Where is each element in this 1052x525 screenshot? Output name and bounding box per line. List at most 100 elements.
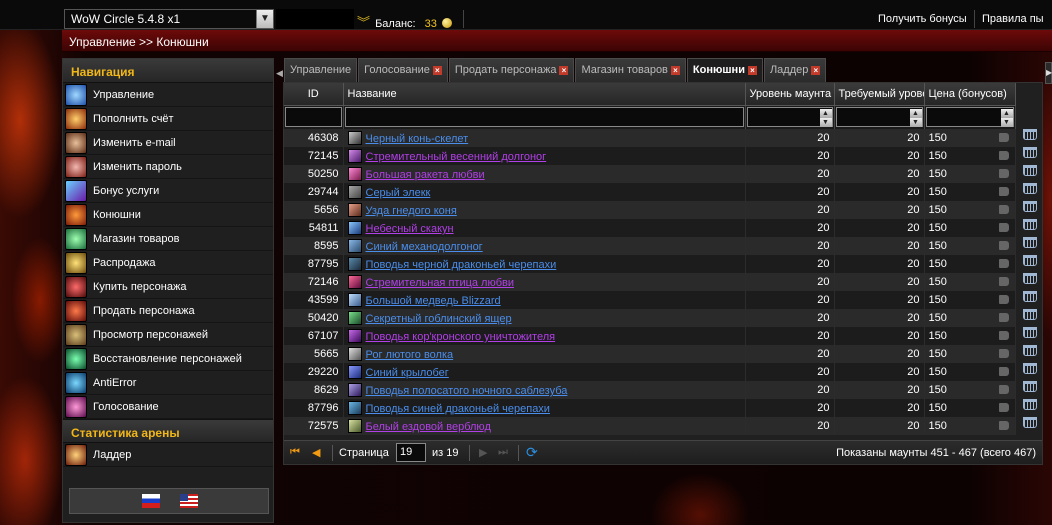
- gift-icon[interactable]: [998, 313, 1009, 322]
- table-row[interactable]: 29220 Синий крылобег 20 20 150: [284, 363, 1037, 381]
- table-row[interactable]: 29744 Серый элекк 20 20 150: [284, 183, 1037, 201]
- us-flag-icon[interactable]: [180, 494, 198, 508]
- sidebar-item[interactable]: Распродажа: [63, 251, 273, 275]
- table-row[interactable]: 5656 Узда гнедого коня 20 20 150: [284, 201, 1037, 219]
- basket-icon[interactable]: [1023, 363, 1037, 374]
- close-icon[interactable]: ×: [747, 66, 757, 75]
- column-header-mount-level[interactable]: Уровень маунта: [745, 83, 835, 106]
- mount-link[interactable]: Большой медведь Blizzard: [366, 295, 501, 307]
- spin-up-icon[interactable]: ▲: [909, 108, 922, 118]
- sidebar-item[interactable]: Изменить пароль: [63, 155, 273, 179]
- basket-icon[interactable]: [1023, 399, 1037, 410]
- table-row[interactable]: 43599 Большой медведь Blizzard 20 20 150: [284, 291, 1037, 309]
- basket-icon[interactable]: [1023, 147, 1037, 158]
- mount-link[interactable]: Стремительная птица любви: [366, 277, 515, 289]
- id-filter-input[interactable]: [285, 107, 342, 128]
- mount-link[interactable]: Секретный гоблинский ящер: [366, 313, 512, 325]
- gift-icon[interactable]: [998, 151, 1009, 160]
- rules-link[interactable]: Правила пы: [982, 13, 1044, 25]
- spin-up-icon[interactable]: ▲: [1000, 108, 1013, 118]
- column-header-id[interactable]: ID: [284, 83, 344, 106]
- column-header-price[interactable]: Цена (бонусов): [924, 83, 1016, 106]
- mount-link[interactable]: Узда гнедого коня: [366, 205, 457, 217]
- gift-icon[interactable]: [998, 331, 1009, 340]
- spin-down-icon[interactable]: ▼: [1000, 117, 1013, 127]
- table-row[interactable]: 54811 Небесный скакун 20 20 150: [284, 219, 1037, 237]
- mount-link[interactable]: Синий крылобег: [366, 367, 449, 379]
- basket-icon[interactable]: [1023, 129, 1037, 140]
- sidebar-item[interactable]: Голосование: [63, 395, 273, 419]
- sidebar-item[interactable]: Магазин товаров: [63, 227, 273, 251]
- get-bonuses-link[interactable]: Получить бонусы: [878, 13, 967, 25]
- gift-icon[interactable]: [998, 187, 1009, 196]
- sidebar-item[interactable]: Конюшни: [63, 203, 273, 227]
- last-page-icon[interactable]: ⏭: [498, 446, 508, 459]
- page-input[interactable]: 19: [396, 443, 426, 462]
- realm-select[interactable]: WoW Circle 5.4.8 x1 ▼: [64, 9, 274, 29]
- first-page-icon[interactable]: ⏮: [290, 446, 300, 459]
- gift-icon[interactable]: [998, 241, 1009, 250]
- table-row[interactable]: 50420 Секретный гоблинский ящер 20 20 150: [284, 309, 1037, 327]
- tab[interactable]: Управление: [284, 58, 358, 82]
- sidebar-item[interactable]: Продать персонажа: [63, 299, 273, 323]
- name-filter-input[interactable]: [344, 107, 744, 128]
- sidebar-item[interactable]: Пополнить счёт: [63, 107, 273, 131]
- column-header-required-level[interactable]: Требуемый уровень: [834, 83, 925, 106]
- close-icon[interactable]: ×: [670, 66, 680, 75]
- basket-icon[interactable]: [1023, 381, 1037, 392]
- sidebar-item[interactable]: AntiError: [63, 371, 273, 395]
- tab[interactable]: Продать персонажа ×: [448, 58, 575, 82]
- mount-link[interactable]: Поводья полосатого ночного саблезуба: [366, 385, 568, 397]
- table-row[interactable]: 87796 Поводья синей драконьей черепахи 20 2…: [284, 399, 1037, 417]
- table-row[interactable]: 50250 Большая ракета любви 20 20 150: [284, 165, 1037, 183]
- sidebar-item[interactable]: Просмотр персонажей: [63, 323, 273, 347]
- table-row[interactable]: 8595 Синий механодолгоног 20 20 150: [284, 237, 1037, 255]
- chevron-down-icon[interactable]: ▼: [256, 10, 273, 28]
- mount-link[interactable]: Поводья синей драконьей черепахи: [366, 403, 550, 415]
- basket-icon[interactable]: [1023, 219, 1037, 230]
- table-row[interactable]: 72146 Стремительная птица любви 20 20 150: [284, 273, 1037, 291]
- gift-icon[interactable]: [998, 259, 1009, 268]
- mount-link[interactable]: Серый элекк: [366, 187, 431, 199]
- table-row[interactable]: 72145 Стремительный весенний долгоног 20 20…: [284, 147, 1037, 165]
- basket-icon[interactable]: [1023, 417, 1037, 428]
- spin-down-icon[interactable]: ▼: [819, 117, 832, 127]
- gift-icon[interactable]: [998, 385, 1009, 394]
- prev-page-icon[interactable]: ◀: [312, 446, 320, 459]
- table-row[interactable]: 46308 Черный конь-скелет 20 20 150: [284, 129, 1037, 147]
- mount-link[interactable]: Стремительный весенний долгоног: [366, 151, 547, 163]
- sidebar-item[interactable]: Бонус услуги: [63, 179, 273, 203]
- mount-link[interactable]: Поводья кор'кронского уничтожителя: [366, 331, 556, 343]
- spin-up-icon[interactable]: ▲: [819, 108, 832, 118]
- gift-icon[interactable]: [998, 421, 1009, 430]
- gift-icon[interactable]: [998, 403, 1009, 412]
- collapse-sidebar-icon[interactable]: ◀: [276, 62, 283, 84]
- basket-icon[interactable]: [1023, 255, 1037, 266]
- tabs-scroll-right-icon[interactable]: ▶: [1045, 62, 1052, 84]
- mount-link[interactable]: Небесный скакун: [366, 223, 454, 235]
- table-row[interactable]: 87795 Поводья черной драконьей черепахи 20…: [284, 255, 1037, 273]
- basket-icon[interactable]: [1023, 309, 1037, 320]
- table-row[interactable]: 72575 Белый ездовой верблюд 20 20 150: [284, 417, 1037, 435]
- sidebar-item[interactable]: Купить персонажа: [63, 275, 273, 299]
- sidebar-item[interactable]: Изменить e-mail: [63, 131, 273, 155]
- basket-icon[interactable]: [1023, 237, 1037, 248]
- basket-icon[interactable]: [1023, 291, 1037, 302]
- spin-down-icon[interactable]: ▼: [909, 117, 922, 127]
- basket-icon[interactable]: [1023, 201, 1037, 212]
- mount-link[interactable]: Поводья черной драконьей черепахи: [366, 259, 557, 271]
- basket-icon[interactable]: [1023, 327, 1037, 338]
- basket-icon[interactable]: [1023, 165, 1037, 176]
- gift-icon[interactable]: [998, 277, 1009, 286]
- refresh-icon[interactable]: ⟳: [526, 444, 538, 461]
- tab[interactable]: Голосование ×: [358, 58, 448, 82]
- tab[interactable]: Ладдер ×: [763, 58, 827, 82]
- mount-link[interactable]: Синий механодолгоног: [366, 241, 483, 253]
- column-header-name[interactable]: Название: [343, 83, 746, 106]
- basket-icon[interactable]: [1023, 273, 1037, 284]
- sidebar-item[interactable]: Восстановление персонажей: [63, 347, 273, 371]
- table-row[interactable]: 67107 Поводья кор'кронского уничтожителя 2…: [284, 327, 1037, 345]
- close-icon[interactable]: ×: [811, 66, 821, 75]
- close-icon[interactable]: ×: [432, 66, 442, 75]
- mount-link[interactable]: Рог лютого волка: [366, 349, 454, 361]
